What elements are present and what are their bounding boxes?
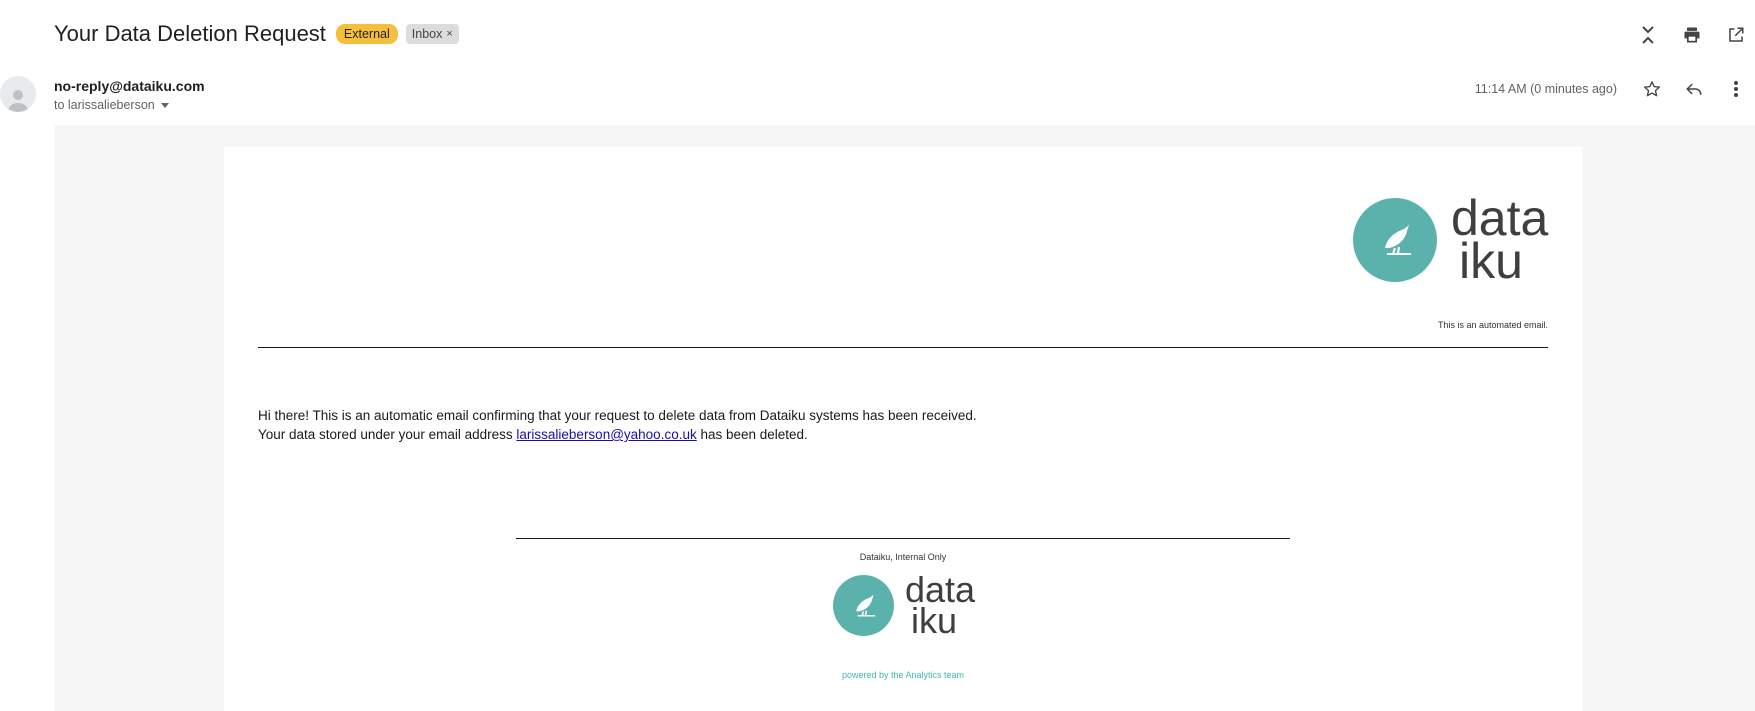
email-subject: Your Data Deletion Request [54,21,326,46]
message-line-2: Your data stored under your email addres… [258,425,977,444]
message-card: data iku This is an automated email. Hi … [224,147,1582,711]
dataiku-bird-icon [1353,198,1437,282]
email-address-link[interactable]: larissalieberson@yahoo.co.uk [516,427,696,442]
open-in-new-window-icon[interactable] [1723,22,1749,48]
dataiku-logo: data iku [1353,193,1548,289]
star-icon[interactable] [1639,76,1665,102]
external-badge: External [335,24,398,44]
inbox-label[interactable]: Inbox × [405,24,459,44]
footer-wordmark-line-2: iku [911,599,958,641]
message-line-1: Hi there! This is an automatic email con… [258,408,977,423]
reply-icon[interactable] [1681,76,1707,102]
inbox-label-text: Inbox [411,27,443,41]
powered-by-text: powered by the Analytics team [841,670,965,680]
dataiku-footer-wordmark: data iku [905,572,975,641]
subject-row: Your Data Deletion Request External Inbo… [54,18,459,50]
dataiku-bird-icon [833,575,894,637]
timestamp: 11:14 AM (0 minutes ago) [1474,82,1617,96]
print-icon[interactable] [1679,22,1705,48]
message-text: Hi there! This is an automatic email con… [258,406,977,444]
automated-note: This is an automated email. [1437,320,1548,330]
dataiku-footer-logo: data iku [833,572,975,641]
more-vertical-icon[interactable] [1723,76,1749,102]
thread-actions [1635,22,1749,48]
line-2-suffix: has been deleted. [696,427,808,442]
dataiku-wordmark: data iku [1451,193,1548,289]
message-meta: 11:14 AM (0 minutes ago) [1475,76,1749,102]
footer-organization: Dataiku, Internal Only [859,552,947,562]
footer-divider [516,538,1290,539]
person-avatar-icon [0,76,36,112]
recipient-text: to larissalieberson [54,98,155,112]
divider [258,347,1548,348]
remove-label-icon[interactable]: × [446,28,452,40]
chevron-down-icon[interactable] [160,102,169,108]
wordmark-line-2: iku [1459,233,1523,289]
sender-address: no-reply@dataiku.com [54,78,205,94]
recipient-details[interactable]: to larissalieberson [54,98,169,112]
line-2-prefix: Your data stored under your email addres… [258,427,517,442]
expand-collapse-icon[interactable] [1635,22,1661,48]
